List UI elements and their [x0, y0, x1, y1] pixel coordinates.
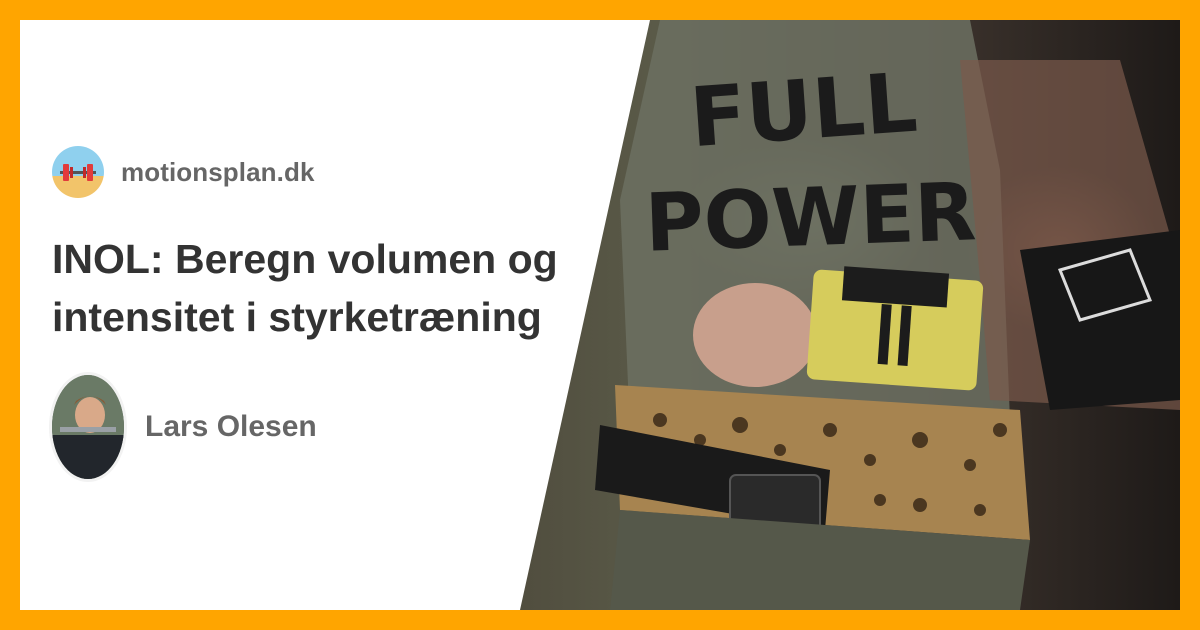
site-name[interactable]: motionsplan.dk — [121, 157, 315, 188]
author-byline: Lars Olesen — [52, 375, 317, 479]
article-title[interactable]: INOL: Beregn volumen og intensitet i sty… — [52, 230, 592, 346]
author-avatar — [52, 375, 124, 479]
site-header: motionsplan.dk — [52, 146, 315, 198]
share-card: FULL POWER motionsplan.dk INOL: Beregn v… — [20, 20, 1180, 610]
author-photo — [52, 375, 124, 479]
shirt-text-full: FULL — [687, 56, 920, 167]
barbell-beach-icon — [52, 146, 104, 198]
barbell-icon — [60, 164, 96, 181]
author-name[interactable]: Lars Olesen — [145, 410, 317, 444]
share-card-frame: FULL POWER motionsplan.dk INOL: Beregn v… — [0, 0, 1200, 630]
shirt-text-power: POWER — [643, 165, 977, 270]
